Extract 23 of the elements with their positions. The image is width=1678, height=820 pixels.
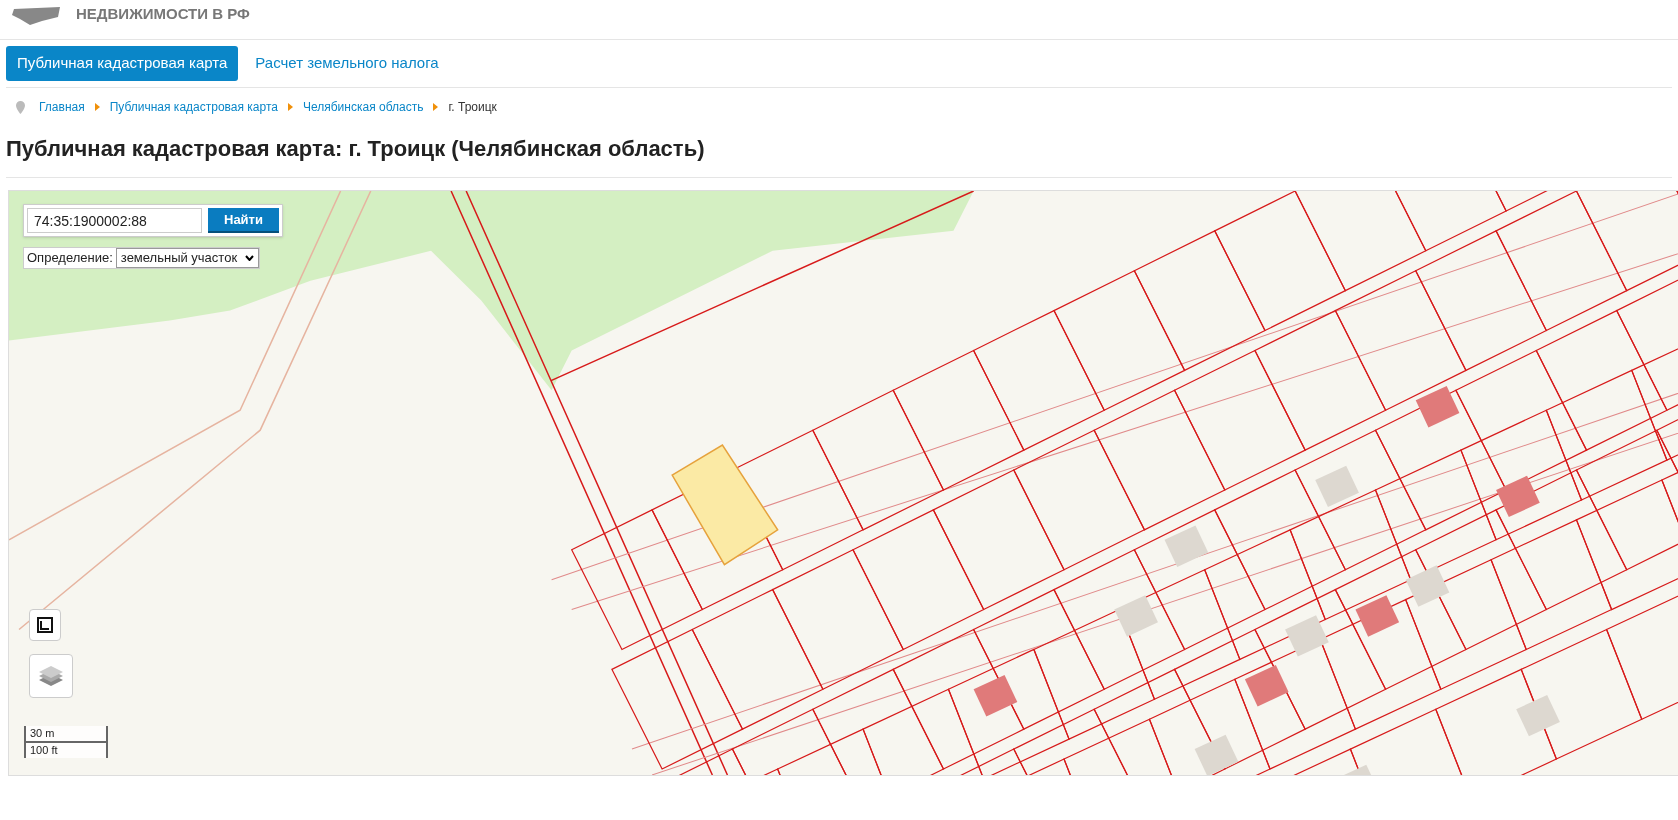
nav-tab[interactable]: Расчет земельного налога <box>244 46 450 81</box>
definition-select[interactable]: земельный участок <box>115 248 260 268</box>
caret-icon <box>94 103 100 111</box>
nav-tab[interactable]: Публичная кадастровая карта <box>6 46 239 81</box>
layers-button[interactable] <box>29 654 73 698</box>
definition-label: Определение: <box>26 249 114 268</box>
logo-text: НЕДВИЖИМОСТИ В РФ <box>76 3 250 24</box>
search-field[interactable]: 74:35:1900002:88 <box>27 208 202 233</box>
ruler-button[interactable] <box>29 609 61 641</box>
page-title: Публичная кадастровая карта: г. Троицк (Челябинская область) <box>6 135 706 163</box>
chevron-down-icon <box>245 255 255 261</box>
breadcrumb-current: г. Троицк <box>448 99 497 116</box>
breadcrumb-link[interactable]: Челябинская область <box>302 98 424 116</box>
breadcrumb-link[interactable]: Публичная кадастровая карта <box>109 98 278 116</box>
scale-imperial: 100 ft <box>29 743 59 758</box>
ruler-icon <box>37 617 53 633</box>
layers-icon <box>38 664 64 688</box>
caret-icon <box>287 103 293 111</box>
breadcrumb-link[interactable]: Главная <box>39 98 85 116</box>
location-pin-icon <box>16 100 25 114</box>
search-button[interactable]: Найти <box>208 208 279 233</box>
caret-icon <box>433 103 439 111</box>
scale-metric: 30 m <box>26 726 106 743</box>
